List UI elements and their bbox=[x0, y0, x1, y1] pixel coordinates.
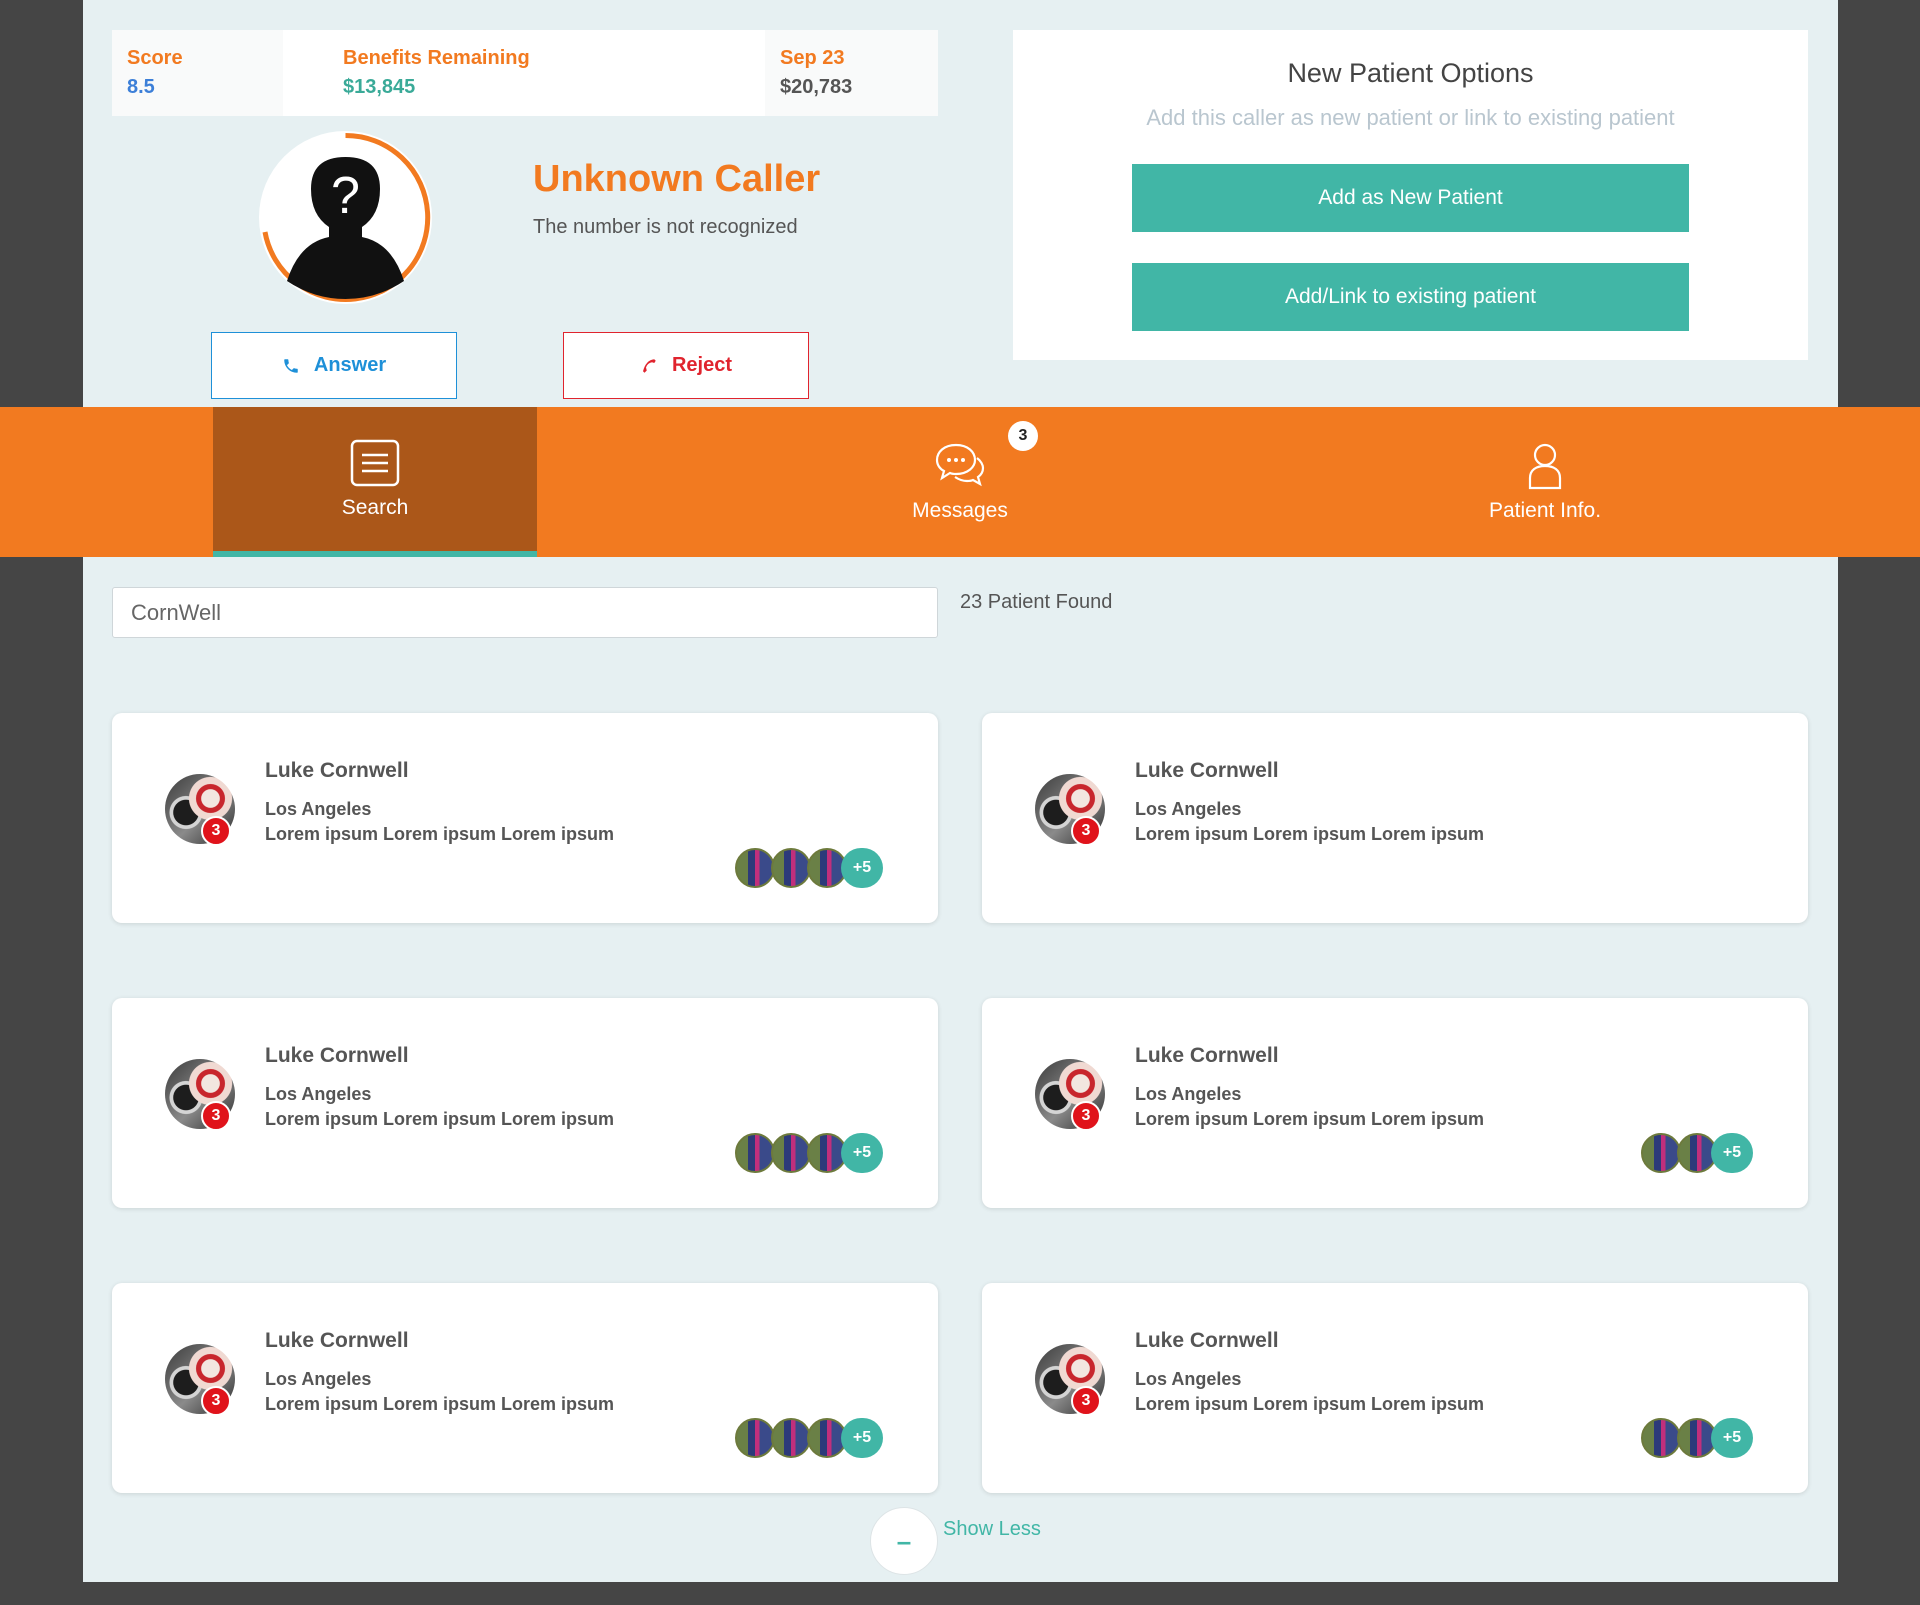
reject-label: Reject bbox=[671, 354, 733, 376]
caller-avatar: ? bbox=[259, 131, 432, 304]
stat-sep: Sep 23 $20,783 bbox=[765, 30, 938, 116]
new-patient-panel: New Patient Options Add this caller as n… bbox=[1013, 30, 1808, 360]
patient-description: Lorem ipsum Lorem ipsum Lorem ipsum bbox=[265, 824, 615, 844]
related-avatars[interactable]: +5 bbox=[735, 848, 883, 888]
patient-card[interactable]: 3 Luke Cornwell Los Angeles Lorem ipsum … bbox=[112, 713, 938, 923]
patient-description: Lorem ipsum Lorem ipsum Lorem ipsum bbox=[1135, 1394, 1485, 1414]
patient-card[interactable]: 3 Luke Cornwell Los Angeles Lorem ipsum … bbox=[982, 1283, 1808, 1493]
avatar bbox=[771, 1133, 811, 1173]
tab-search-label: Search bbox=[341, 496, 409, 519]
tab-patient-info-label: Patient Info. bbox=[1488, 499, 1602, 522]
avatar: 3 bbox=[165, 1059, 235, 1131]
caller-name: Unknown Caller bbox=[533, 158, 821, 200]
add-new-patient-button[interactable]: Add as New Patient bbox=[1132, 164, 1689, 232]
tab-messages[interactable]: Messages bbox=[800, 407, 1120, 557]
patient-name: Luke Cornwell bbox=[1135, 1329, 1279, 1352]
collapse-button[interactable]: – bbox=[870, 1507, 938, 1575]
related-avatars[interactable]: +5 bbox=[1641, 1418, 1753, 1458]
notification-badge: 3 bbox=[1071, 1386, 1101, 1416]
avatar: 3 bbox=[165, 1344, 235, 1416]
patient-city: Los Angeles bbox=[265, 1084, 372, 1104]
more-count-badge: +5 bbox=[841, 1133, 883, 1173]
notification-badge: 3 bbox=[201, 1101, 231, 1131]
more-count-badge: +5 bbox=[1711, 1133, 1753, 1173]
svg-text:?: ? bbox=[331, 167, 360, 225]
stat-score: Score 8.5 bbox=[112, 30, 283, 116]
notification-badge: 3 bbox=[201, 816, 231, 846]
patient-city: Los Angeles bbox=[1135, 799, 1242, 819]
patient-city: Los Angeles bbox=[265, 799, 372, 819]
avatar bbox=[735, 848, 775, 888]
avatar bbox=[735, 1133, 775, 1173]
stat-label: Benefits Remaining bbox=[343, 47, 530, 69]
stat-value: $20,783 bbox=[780, 76, 853, 98]
patient-city: Los Angeles bbox=[1135, 1084, 1242, 1104]
avatar: 3 bbox=[165, 774, 235, 846]
patient-name: Luke Cornwell bbox=[265, 1044, 409, 1067]
stat-label: Score bbox=[127, 47, 183, 69]
patient-card[interactable]: 3 Luke Cornwell Los Angeles Lorem ipsum … bbox=[112, 998, 938, 1208]
tab-search[interactable]: Search bbox=[213, 407, 537, 557]
avatar bbox=[771, 1418, 811, 1458]
caller-subtitle: The number is not recognized bbox=[533, 216, 798, 238]
tab-patient-info[interactable]: Patient Info. bbox=[1385, 407, 1705, 557]
patient-name: Luke Cornwell bbox=[1135, 759, 1279, 782]
person-icon bbox=[1528, 443, 1562, 490]
minus-icon: – bbox=[896, 1525, 912, 1556]
tab-messages-label: Messages bbox=[912, 499, 1008, 522]
patient-description: Lorem ipsum Lorem ipsum Lorem ipsum bbox=[265, 1109, 615, 1129]
stat-label: Sep 23 bbox=[780, 47, 845, 69]
patient-description: Lorem ipsum Lorem ipsum Lorem ipsum bbox=[265, 1394, 615, 1414]
avatar: 3 bbox=[1035, 1344, 1105, 1416]
avatar bbox=[1641, 1133, 1681, 1173]
related-avatars[interactable]: +5 bbox=[735, 1418, 883, 1458]
unknown-person-icon: ? bbox=[262, 132, 431, 302]
answer-button[interactable]: Answer bbox=[211, 332, 457, 399]
avatar bbox=[735, 1418, 775, 1458]
avatar bbox=[771, 848, 811, 888]
new-patient-title: New Patient Options bbox=[1287, 58, 1534, 88]
patient-name: Luke Cornwell bbox=[265, 1329, 409, 1352]
more-count-badge: +5 bbox=[841, 1418, 883, 1458]
avatar: 3 bbox=[1035, 1059, 1105, 1131]
tab-bar: Search Messages Patient Info. bbox=[0, 407, 1920, 557]
patient-card[interactable]: 3 Luke Cornwell Los Angeles Lorem ipsum … bbox=[982, 713, 1808, 923]
patient-name: Luke Cornwell bbox=[265, 759, 409, 782]
show-less-link[interactable]: Show Less bbox=[943, 1518, 1041, 1541]
messages-count-badge: 3 bbox=[1008, 421, 1038, 451]
avatar: 3 bbox=[1035, 774, 1105, 846]
reject-button[interactable]: Reject bbox=[563, 332, 809, 399]
chat-bubbles-icon bbox=[935, 443, 985, 487]
list-icon bbox=[350, 439, 400, 487]
patient-name: Luke Cornwell bbox=[1135, 1044, 1279, 1067]
stat-value: 8.5 bbox=[127, 76, 155, 98]
related-avatars[interactable]: +5 bbox=[735, 1133, 883, 1173]
patient-description: Lorem ipsum Lorem ipsum Lorem ipsum bbox=[1135, 824, 1485, 844]
new-patient-subtitle: Add this caller as new patient or link t… bbox=[1146, 105, 1675, 130]
phone-hangup-icon bbox=[642, 358, 656, 373]
patient-card[interactable]: 3 Luke Cornwell Los Angeles Lorem ipsum … bbox=[982, 998, 1808, 1208]
phone-icon bbox=[284, 358, 298, 373]
stat-value: $13,845 bbox=[343, 76, 416, 98]
link-existing-patient-button[interactable]: Add/Link to existing patient bbox=[1132, 263, 1689, 331]
stats-strip: Score 8.5 Benefits Remaining $13,845 Sep… bbox=[112, 30, 938, 116]
results-count: 23 Patient Found bbox=[960, 591, 1113, 613]
patient-city: Los Angeles bbox=[265, 1369, 372, 1389]
avatar bbox=[1641, 1418, 1681, 1458]
patient-description: Lorem ipsum Lorem ipsum Lorem ipsum bbox=[1135, 1109, 1485, 1129]
patient-card[interactable]: 3 Luke Cornwell Los Angeles Lorem ipsum … bbox=[112, 1283, 938, 1493]
notification-badge: 3 bbox=[1071, 816, 1101, 846]
notification-badge: 3 bbox=[201, 1386, 231, 1416]
more-count-badge: +5 bbox=[1711, 1418, 1753, 1458]
related-avatars[interactable]: +5 bbox=[1641, 1133, 1753, 1173]
patient-city: Los Angeles bbox=[1135, 1369, 1242, 1389]
notification-badge: 3 bbox=[1071, 1101, 1101, 1131]
stat-benefits: Benefits Remaining $13,845 bbox=[283, 30, 765, 116]
search-input[interactable] bbox=[112, 587, 938, 638]
answer-label: Answer bbox=[313, 354, 387, 376]
more-count-badge: +5 bbox=[841, 848, 883, 888]
